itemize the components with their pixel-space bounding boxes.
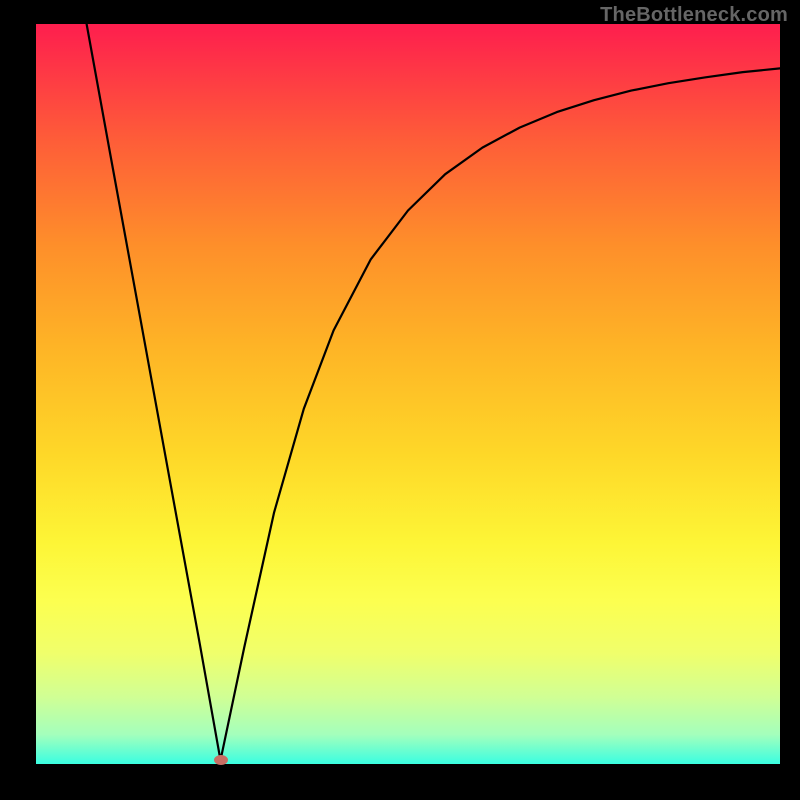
chart-frame (20, 24, 780, 780)
watermark: TheBottleneck.com (600, 4, 788, 27)
plot-area (36, 24, 780, 764)
bottleneck-curve (36, 24, 780, 764)
minimum-marker (214, 755, 228, 765)
